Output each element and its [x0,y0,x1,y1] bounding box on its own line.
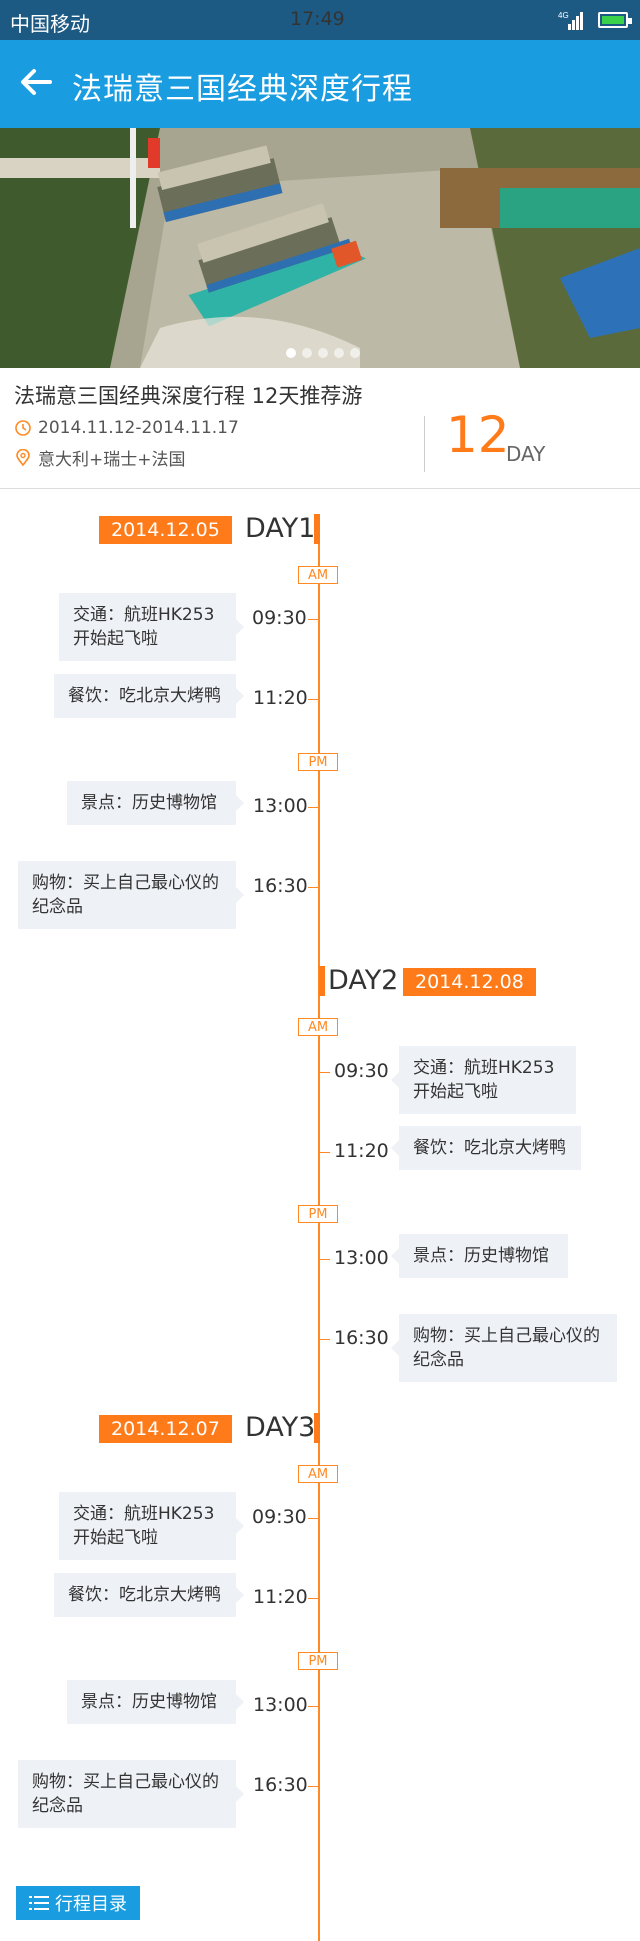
location-pin-icon [16,448,30,466]
am-marker: AM [298,566,338,584]
time-tick [308,699,318,700]
event-time: 13:00 [334,1247,389,1269]
trip-route: 意大利+瑞士+法国 [38,450,186,470]
time-tick [308,807,318,808]
timeline-line [318,514,320,1941]
day-date-badge: 2014.12.05 [99,516,232,544]
trip-title: 法瑞意三国经典深度行程 12天推荐游 [14,384,363,408]
event-time: 11:20 [334,1140,389,1162]
pm-marker: PM [298,1205,338,1223]
signal-icon: 4G [558,11,583,30]
pagination-dot[interactable] [286,348,296,358]
trip-info: 法瑞意三国经典深度行程 12天推荐游 2014.11.12-2014.11.17… [0,368,640,489]
pm-marker: PM [298,753,338,771]
time-tick [308,1598,318,1599]
time-tick [308,1706,318,1707]
event-time: 13:00 [253,795,308,817]
event-card[interactable]: 购物：买上自己最心仪的纪念品 [18,861,244,929]
time-tick [308,1786,318,1787]
event-time: 11:20 [253,1586,308,1608]
app-bar: 法瑞意三国经典深度行程 [0,40,640,128]
trip-days-unit: DAY [506,442,546,466]
list-icon [29,1896,49,1910]
event-time: 09:30 [334,1060,389,1082]
info-divider [424,416,425,472]
event-card[interactable]: 交通：航班HK253 开始起飞啦 [59,1492,244,1560]
event-card[interactable]: 交通：航班HK253 开始起飞啦 [59,593,244,661]
event-time: 09:30 [252,607,307,629]
day-label: DAY3 [245,1412,316,1443]
status-time: 17:49 [290,8,345,30]
event-card[interactable]: 交通：航班HK253 开始起飞啦 [391,1046,576,1114]
banner-image[interactable] [0,128,640,368]
pagination-dot[interactable] [350,348,360,358]
pagination-dot[interactable] [318,348,328,358]
am-marker: AM [298,1465,338,1483]
trip-date-range: 2014.11.12-2014.11.17 [38,418,239,438]
battery-icon [598,12,632,28]
pagination-dot[interactable] [334,348,344,358]
time-tick [320,1339,330,1340]
day-label: DAY2 [328,965,399,996]
event-card[interactable]: 餐饮：吃北京大烤鸭 [54,1573,244,1617]
event-card[interactable]: 餐饮：吃北京大烤鸭 [391,1126,581,1170]
back-arrow-icon[interactable] [16,62,56,102]
pm-marker: PM [298,1652,338,1670]
toc-label: 行程目录 [55,1894,127,1915]
event-card[interactable]: 购物：买上自己最心仪的纪念品 [391,1314,617,1382]
trip-date-row: 2014.11.12-2014.11.17 [14,418,239,438]
event-card[interactable]: 景点：历史博物馆 [67,1680,244,1724]
trip-days-count: 12 [446,406,510,464]
event-card[interactable]: 景点：历史博物馆 [391,1234,568,1278]
pagination-dot[interactable] [302,348,312,358]
status-bar: 中国移动 17:49 4G [0,0,640,40]
day-marker [314,514,320,544]
event-time: 11:20 [253,687,308,709]
time-tick [320,1259,330,1260]
time-tick [320,1072,330,1073]
day-date-badge: 2014.12.08 [403,968,536,996]
carrier-name: 中国移动 [10,12,90,36]
am-marker: AM [298,1018,338,1036]
event-time: 13:00 [253,1694,308,1716]
event-card[interactable]: 购物：买上自己最心仪的纪念品 [18,1760,244,1828]
page-title: 法瑞意三国经典深度行程 [72,72,413,107]
banner-pagination [286,348,360,358]
itinerary-toc-button[interactable]: 行程目录 [16,1886,140,1920]
event-card[interactable]: 餐饮：吃北京大烤鸭 [54,674,244,718]
trip-route-row: 意大利+瑞士+法国 [14,445,186,470]
day-marker [319,966,325,996]
day-label: DAY1 [245,513,316,544]
time-tick [308,1518,318,1519]
event-time: 16:30 [253,1774,308,1796]
network-type: 4G [558,11,569,20]
time-tick [308,619,318,620]
day-marker [314,1413,320,1443]
event-card[interactable]: 景点：历史博物馆 [67,781,244,825]
day-date-badge: 2014.12.07 [99,1415,232,1443]
event-time: 16:30 [334,1327,389,1349]
time-tick [320,1152,330,1153]
clock-icon [15,420,31,436]
time-tick [308,887,318,888]
event-time: 09:30 [252,1506,307,1528]
event-time: 16:30 [253,875,308,897]
